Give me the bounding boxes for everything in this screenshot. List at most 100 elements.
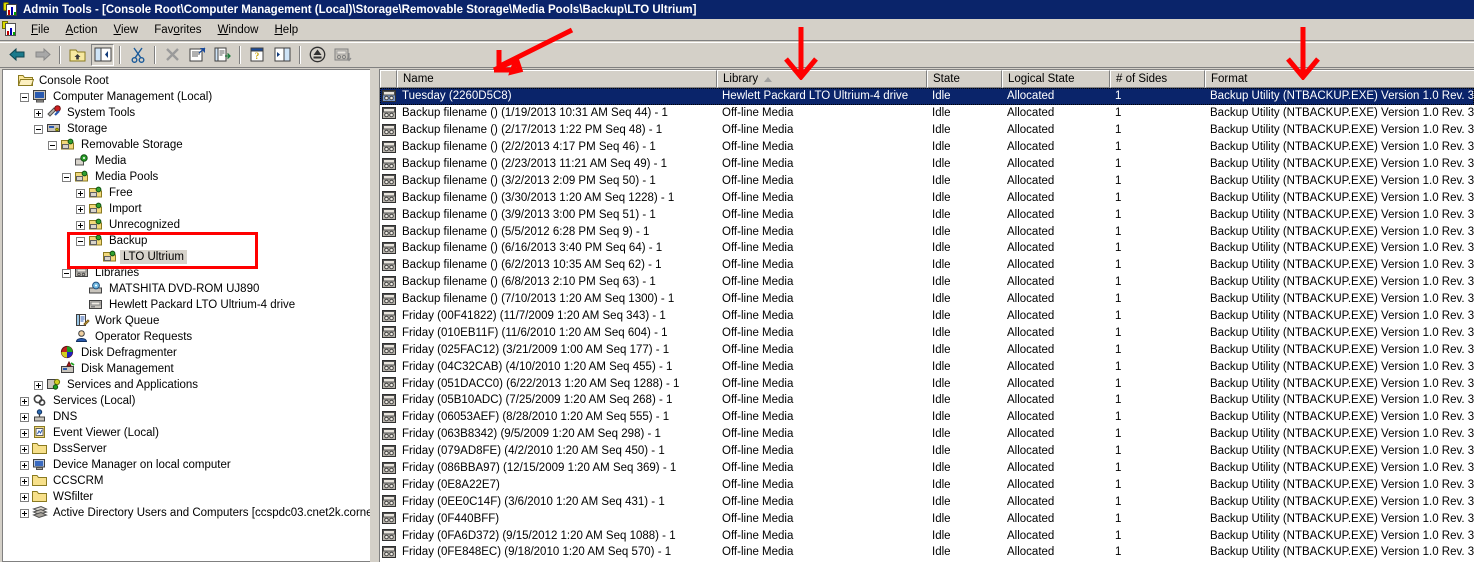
column-header-library[interactable]: Library: [717, 70, 927, 88]
forward-button[interactable]: [31, 44, 54, 66]
export-list-button[interactable]: [211, 44, 234, 66]
up-one-level-button[interactable]: [66, 44, 89, 66]
column-header-logical-state[interactable]: Logical State: [1002, 70, 1110, 88]
tree-expand-plus-icon[interactable]: [76, 204, 85, 214]
menu-item-favorites[interactable]: Favorites: [146, 22, 209, 38]
table-row[interactable]: Backup filename () (6/2/2013 10:35 AM Se…: [380, 257, 1474, 274]
column-header-format[interactable]: Format: [1205, 70, 1474, 88]
tree-item-disk-defragmenter[interactable]: Disk Defragmenter: [6, 345, 370, 361]
table-row[interactable]: Tuesday (2260D5C8) Hewlett Packard LTO Ul…: [380, 88, 1474, 105]
delete-button[interactable]: [161, 44, 184, 66]
table-row[interactable]: Backup filename () (2/23/2013 11:21 AM S…: [380, 156, 1474, 173]
table-row[interactable]: Friday (025FAC12) (3/21/2009 1:00 AM Seq…: [380, 341, 1474, 358]
tree-item-libraries[interactable]: Libraries: [6, 265, 370, 281]
tree-expand-plus-icon[interactable]: [20, 492, 29, 502]
table-row[interactable]: Backup filename () (1/19/2013 10:31 AM S…: [380, 105, 1474, 122]
tree-collapse-minus-icon[interactable]: [20, 92, 29, 102]
media-list-pane[interactable]: Name Library State Logical State # of Sides F…: [379, 69, 1474, 562]
tree-item-dssserver[interactable]: DssServer: [6, 441, 370, 457]
table-row[interactable]: Backup filename () (6/16/2013 3:40 PM Se…: [380, 240, 1474, 257]
inventory-button[interactable]: [331, 44, 354, 66]
tree-item-unrecognized[interactable]: Unrecognized: [6, 217, 370, 233]
tree-item-backup[interactable]: Backup: [6, 233, 370, 249]
tree-item-work-queue[interactable]: Work Queue: [6, 313, 370, 329]
tree-item-ccscrm[interactable]: CCSCRM: [6, 473, 370, 489]
tree-expand-plus-icon[interactable]: [76, 220, 85, 230]
tree-item-services-and-applications[interactable]: Services and Applications: [6, 377, 370, 393]
column-header-name[interactable]: Name: [397, 70, 717, 88]
table-row[interactable]: Backup filename () (3/30/2013 1:20 AM Se…: [380, 189, 1474, 206]
tree-expand-plus-icon[interactable]: [76, 188, 85, 198]
properties-button[interactable]: [186, 44, 209, 66]
table-row[interactable]: Backup filename () (2/2/2013 4:17 PM Seq…: [380, 139, 1474, 156]
tree-item-computer-management-local[interactable]: Computer Management (Local): [6, 89, 370, 105]
tree-collapse-minus-icon[interactable]: [76, 236, 85, 246]
tree-item-media[interactable]: Media: [6, 153, 370, 169]
table-row[interactable]: Friday (051DACC0) (6/22/2013 1:20 AM Seq…: [380, 375, 1474, 392]
table-row[interactable]: Backup filename () (2/17/2013 1:22 PM Se…: [380, 122, 1474, 139]
table-row[interactable]: Backup filename () (5/5/2012 6:28 PM Seq…: [380, 223, 1474, 240]
table-row[interactable]: Friday (0F440BFF) Off-line Media Idle Alloc…: [380, 510, 1474, 527]
tree-item-import[interactable]: Import: [6, 201, 370, 217]
table-row[interactable]: Friday (00F41822) (11/7/2009 1:20 AM Seq…: [380, 308, 1474, 325]
table-row[interactable]: Backup filename () (3/2/2013 2:09 PM Seq…: [380, 172, 1474, 189]
tree-expand-plus-icon[interactable]: [20, 476, 29, 486]
tree-expand-plus-icon[interactable]: [20, 460, 29, 470]
table-row[interactable]: Friday (063B8342) (9/5/2009 1:20 AM Seq …: [380, 426, 1474, 443]
tree-item-free[interactable]: Free: [6, 185, 370, 201]
table-row[interactable]: Backup filename () (6/8/2013 2:10 PM Seq…: [380, 274, 1474, 291]
column-header-state[interactable]: State: [927, 70, 1002, 88]
tree-expand-plus-icon[interactable]: [20, 412, 29, 422]
tree-item-console-root[interactable]: Console Root: [6, 73, 370, 89]
table-row[interactable]: Friday (04C32CAB) (4/10/2010 1:20 AM Seq…: [380, 358, 1474, 375]
table-row[interactable]: Friday (086BBA97) (12/15/2009 1:20 AM Se…: [380, 460, 1474, 477]
help-button[interactable]: ?: [246, 44, 269, 66]
tree-collapse-minus-icon[interactable]: [62, 268, 71, 278]
eject-button[interactable]: [306, 44, 329, 66]
tree-item-removable-storage[interactable]: Removable Storage: [6, 137, 370, 153]
show-hide-console-tree-button[interactable]: [91, 43, 114, 66]
tree-item-storage[interactable]: Storage: [6, 121, 370, 137]
cut-button[interactable]: [126, 44, 149, 66]
table-row[interactable]: Friday (05B10ADC) (7/25/2009 1:20 AM Seq…: [380, 392, 1474, 409]
table-row[interactable]: Friday (079AD8FE) (4/2/2010 1:20 AM Seq …: [380, 443, 1474, 460]
tree-item-wsfilter[interactable]: WSfilter: [6, 489, 370, 505]
table-row[interactable]: Friday (06053AEF) (8/28/2010 1:20 AM Seq…: [380, 409, 1474, 426]
tree-expand-plus-icon[interactable]: [20, 444, 29, 454]
tree-item-services-local[interactable]: Services (Local): [6, 393, 370, 409]
column-header-of-sides[interactable]: # of Sides: [1110, 70, 1205, 88]
table-row[interactable]: Backup filename () (3/9/2013 3:00 PM Seq…: [380, 206, 1474, 223]
menu-item-help[interactable]: Help: [266, 22, 306, 38]
tree-item-active-directory-users-and-computers-ccspdc03-cnet2k-cornerston[interactable]: Active Directory Users and Computers [cc…: [6, 505, 370, 521]
tree-item-dns[interactable]: DNS: [6, 409, 370, 425]
tree-collapse-minus-icon[interactable]: [62, 172, 71, 182]
tree-expand-plus-icon[interactable]: [20, 396, 29, 406]
tree-item-system-tools[interactable]: System Tools: [6, 105, 370, 121]
table-row[interactable]: Friday (0EE0C14F) (3/6/2010 1:20 AM Seq …: [380, 493, 1474, 510]
console-tree-pane[interactable]: Console Root Computer Management (Local) S…: [2, 69, 370, 562]
tree-item-event-viewer-local[interactable]: Event Viewer (Local): [6, 425, 370, 441]
tree-expand-plus-icon[interactable]: [34, 380, 43, 390]
menu-item-view[interactable]: View: [106, 22, 147, 38]
tree-item-matshita-dvd-rom-uj890[interactable]: MATSHITA DVD-ROM UJ890: [6, 281, 370, 297]
pane-splitter[interactable]: [371, 69, 378, 562]
tree-collapse-minus-icon[interactable]: [48, 140, 57, 150]
tree-expand-plus-icon[interactable]: [20, 508, 29, 518]
tree-item-disk-management[interactable]: Disk Management: [6, 361, 370, 377]
table-row[interactable]: Friday (010EB11F) (11/6/2010 1:20 AM Seq…: [380, 324, 1474, 341]
tree-expand-plus-icon[interactable]: [20, 428, 29, 438]
tree-item-media-pools[interactable]: Media Pools: [6, 169, 370, 185]
tree-item-operator-requests[interactable]: Operator Requests: [6, 329, 370, 345]
table-row[interactable]: Friday (0E8A22E7) Off-line Media Idle Alloc…: [380, 476, 1474, 493]
detail-pane-icon[interactable]: [271, 44, 294, 66]
table-row[interactable]: Friday (0FA6D372) (9/15/2012 1:20 AM Seq…: [380, 527, 1474, 544]
table-row[interactable]: Backup filename () (7/10/2013 1:20 AM Se…: [380, 291, 1474, 308]
menu-item-file[interactable]: File: [23, 22, 58, 38]
menu-item-action[interactable]: Action: [58, 22, 106, 38]
tree-item-hewlett-packard-lto-ultrium-4-drive[interactable]: Hewlett Packard LTO Ultrium-4 drive: [6, 297, 370, 313]
back-button[interactable]: [6, 44, 29, 66]
tree-item-device-manager-on-local-computer[interactable]: Device Manager on local computer: [6, 457, 370, 473]
tree-item-lto-ultrium[interactable]: LTO Ultrium: [6, 249, 370, 265]
tree-collapse-minus-icon[interactable]: [34, 124, 43, 134]
table-row[interactable]: Friday (0FE848EC) (9/18/2010 1:20 AM Seq…: [380, 544, 1474, 561]
